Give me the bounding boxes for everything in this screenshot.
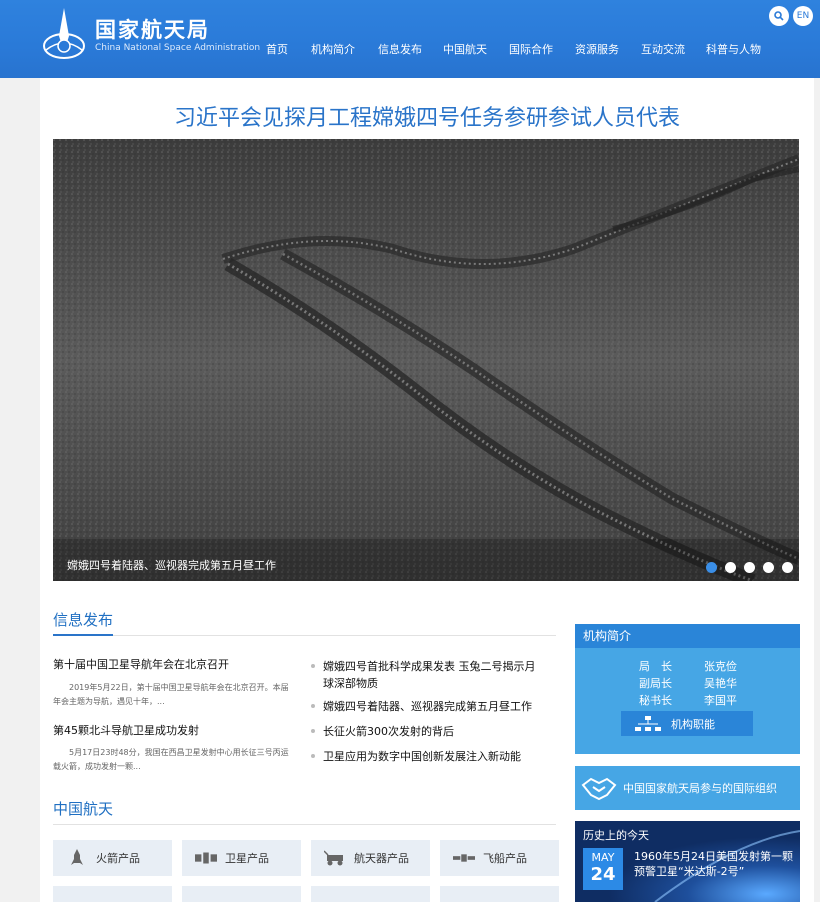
search-icon bbox=[774, 11, 784, 21]
nav-item-resources[interactable]: 资源服务 bbox=[575, 41, 641, 57]
hero-caption[interactable]: 嫦娥四号着陆器、巡视器完成第五月昼工作 bbox=[67, 557, 276, 573]
nav-item-about[interactable]: 机构简介 bbox=[311, 41, 378, 57]
spaceship-icon bbox=[453, 850, 475, 866]
product-label: 飞船产品 bbox=[483, 852, 527, 865]
product-spaceship-button[interactable]: 飞船产品 bbox=[440, 840, 559, 876]
carousel-dot[interactable] bbox=[706, 562, 717, 573]
carousel-dot[interactable] bbox=[744, 562, 755, 573]
lunar-surface-photo bbox=[53, 139, 799, 581]
nav-item-science[interactable]: 科普与人物 bbox=[706, 41, 761, 57]
product-tile[interactable] bbox=[311, 886, 430, 902]
news-list-item[interactable]: 卫星应用为数字中国创新发展注入新动能 bbox=[311, 748, 543, 765]
section-divider bbox=[53, 824, 556, 825]
carousel-dot[interactable] bbox=[782, 562, 793, 573]
featured-news-summary: 2019年5月22日，第十届中国卫星导航年会在北京召开。本届年会主题为导航，遇见… bbox=[53, 683, 289, 706]
main-nav: 首页 机构简介 信息发布 中国航天 国际合作 资源服务 互动交流 科普与人物 bbox=[266, 41, 761, 57]
nav-item-international[interactable]: 国际合作 bbox=[509, 41, 575, 57]
site-header: 国家航天局 China National Space Administratio… bbox=[0, 0, 820, 78]
headline-link[interactable]: 习近平会见探月工程嫦娥四号任务参研参试人员代表 bbox=[40, 100, 814, 132]
featured-news-summary: 5月17日23时48分，我国在西昌卫星发射中心用长征三号丙运载火箭，成功发射一颗… bbox=[53, 748, 289, 771]
org-panel-title[interactable]: 机构简介 bbox=[575, 624, 800, 648]
rover-icon bbox=[324, 850, 346, 866]
search-button[interactable] bbox=[769, 6, 789, 26]
product-satellite-button[interactable]: 卫星产品 bbox=[182, 840, 301, 876]
section-divider bbox=[53, 635, 556, 636]
nav-item-news[interactable]: 信息发布 bbox=[378, 41, 443, 57]
logo-title-en[interactable]: China National Space Administration bbox=[95, 43, 260, 53]
org-function-button[interactable]: 机构职能 bbox=[621, 711, 753, 736]
org-person-name[interactable]: 吴艳华 bbox=[704, 675, 737, 691]
carousel-dots bbox=[698, 562, 793, 573]
org-person-name[interactable]: 李国平 bbox=[704, 692, 737, 708]
featured-news-title[interactable]: 第十届中国卫星导航年会在北京召开 bbox=[53, 656, 229, 672]
product-label: 火箭产品 bbox=[96, 852, 140, 865]
product-spacecraft-button[interactable]: 航天器产品 bbox=[311, 840, 430, 876]
org-panel: 机构简介 局 长 张克俭 副局长 吴艳华 秘书长 李国平 机构职能 bbox=[575, 624, 800, 754]
hero-carousel[interactable]: 嫦娥四号着陆器、巡视器完成第五月昼工作 bbox=[53, 139, 799, 581]
nav-item-interaction[interactable]: 互动交流 bbox=[641, 41, 706, 57]
org-role: 副局长 bbox=[639, 677, 672, 690]
china-space-section-title[interactable]: 中国航天 bbox=[53, 798, 113, 819]
history-today-panel[interactable]: 历史上的今天 MAY 24 1960年5月24日美国发射第一颗预警卫星“米达斯-… bbox=[575, 821, 800, 902]
product-tile[interactable] bbox=[182, 886, 301, 902]
history-event-text[interactable]: 1960年5月24日美国发射第一颗预警卫星“米达斯-2号” bbox=[634, 849, 794, 879]
carousel-dot[interactable] bbox=[725, 562, 736, 573]
handshake-icon bbox=[581, 777, 617, 801]
logo-title-cn[interactable]: 国家航天局 bbox=[95, 14, 210, 44]
news-list-item[interactable]: 嫦娥四号首批科学成果发表 玉兔二号揭示月球深部物质 bbox=[311, 658, 543, 692]
cnsa-logo[interactable] bbox=[40, 6, 88, 62]
product-rocket-button[interactable]: 火箭产品 bbox=[53, 840, 172, 876]
featured-news-title[interactable]: 第45颗北斗导航卫星成功发射 bbox=[53, 722, 199, 738]
section-divider-accent bbox=[53, 634, 113, 636]
org-person-name[interactable]: 张克俭 bbox=[704, 658, 737, 674]
intl-organizations-link[interactable]: 中国国家航天局参与的国际组织 bbox=[575, 766, 800, 810]
news-list-item[interactable]: 长征火箭300次发射的背后 bbox=[311, 723, 543, 740]
carousel-dot[interactable] bbox=[763, 562, 774, 573]
org-function-label: 机构职能 bbox=[671, 717, 715, 731]
org-chart-icon bbox=[635, 715, 661, 731]
product-tile[interactable] bbox=[440, 886, 559, 902]
language-toggle-button[interactable]: EN bbox=[793, 6, 813, 26]
product-label: 航天器产品 bbox=[354, 852, 409, 865]
product-label: 卫星产品 bbox=[225, 852, 269, 865]
product-tile[interactable] bbox=[53, 886, 172, 902]
date-badge: MAY 24 bbox=[583, 848, 623, 890]
rocket-icon bbox=[66, 849, 88, 866]
org-role: 局 长 bbox=[639, 660, 672, 673]
nav-item-china-space[interactable]: 中国航天 bbox=[443, 41, 509, 57]
date-day: 24 bbox=[590, 864, 616, 885]
main-content: 习近平会见探月工程嫦娥四号任务参研参试人员代表 嫦娥四号着陆器、巡视器完成第五月… bbox=[40, 78, 814, 902]
org-role: 秘书长 bbox=[639, 694, 672, 707]
intl-organizations-label: 中国国家航天局参与的国际组织 bbox=[623, 782, 777, 795]
history-title: 历史上的今天 bbox=[583, 829, 649, 842]
nav-item-home[interactable]: 首页 bbox=[266, 41, 311, 57]
info-section-title[interactable]: 信息发布 bbox=[53, 609, 113, 630]
date-month: MAY bbox=[591, 851, 615, 864]
news-list-item[interactable]: 嫦娥四号着陆器、巡视器完成第五月昼工作 bbox=[311, 698, 543, 715]
satellite-icon bbox=[195, 850, 217, 866]
